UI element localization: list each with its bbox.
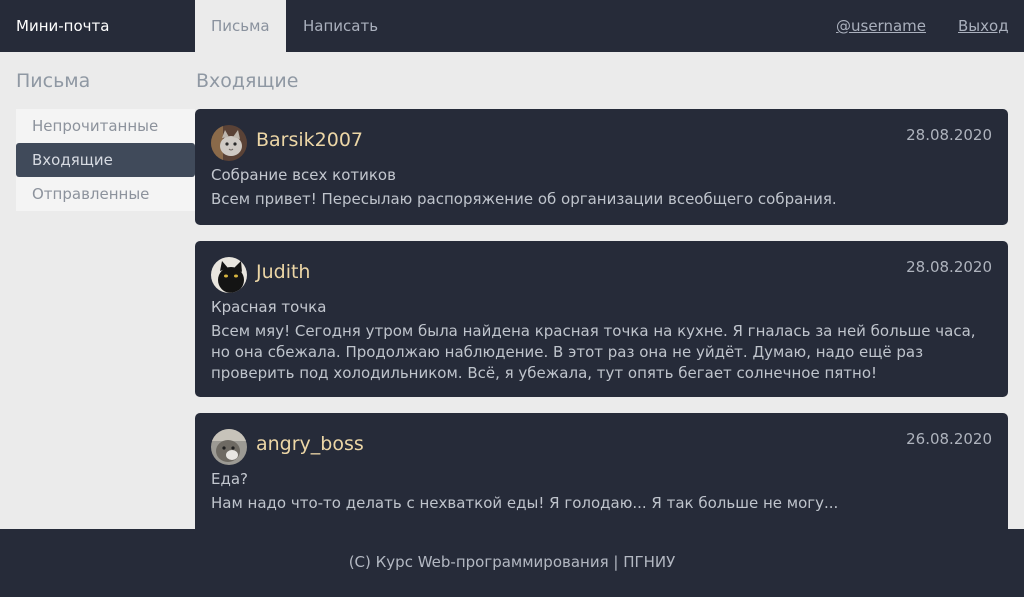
page-title: Входящие bbox=[196, 70, 299, 92]
letter-subject: Еда? bbox=[211, 470, 249, 488]
page-footer: (С) Курс Web-программирования | ПГНИУ bbox=[0, 529, 1024, 597]
letter-date: 28.08.2020 bbox=[906, 126, 992, 144]
letter-author: Barsik2007 bbox=[256, 129, 364, 151]
letter-date: 26.08.2020 bbox=[906, 430, 992, 448]
sidebar-menu: Непрочитанные Входящие Отправленные bbox=[16, 109, 195, 211]
letter-preview: Нам надо что-то делать с нехваткой еды! … bbox=[211, 494, 839, 512]
app-brand[interactable]: Мини-почта bbox=[16, 0, 109, 52]
tab-compose[interactable]: Написать bbox=[287, 0, 394, 52]
logout-link[interactable]: Выход bbox=[958, 0, 1009, 52]
top-navbar: Мини-почта Письма Написать @username Вых… bbox=[0, 0, 1024, 52]
footer-text: (С) Курс Web-программирования | ПГНИУ bbox=[348, 553, 676, 571]
grey-cat-avatar-icon bbox=[211, 429, 247, 465]
tab-letters[interactable]: Письма bbox=[195, 0, 286, 52]
letter-preview: Всем мяу! Сегодня утром была найдена кра… bbox=[211, 322, 976, 382]
sidebar-item-sent[interactable]: Отправленные bbox=[16, 177, 195, 211]
cat-avatar-icon bbox=[211, 125, 247, 161]
letter-subject: Красная точка bbox=[211, 298, 327, 316]
letter-card[interactable]: angry_boss 26.08.2020 Еда? Нам надо что-… bbox=[195, 413, 1008, 529]
sidebar-item-inbox[interactable]: Входящие bbox=[16, 143, 195, 177]
letter-date: 28.08.2020 bbox=[906, 258, 992, 276]
sidebar-item-unread[interactable]: Непрочитанные bbox=[16, 109, 195, 143]
letter-author: angry_boss bbox=[256, 433, 364, 455]
letter-preview: Всем привет! Пересылаю распоряжение об о… bbox=[211, 190, 837, 208]
letter-card[interactable]: Judith 28.08.2020 Красная точка Всем мяу… bbox=[195, 241, 1008, 397]
sidebar-title: Письма bbox=[16, 70, 91, 92]
username-link[interactable]: @username bbox=[836, 0, 926, 52]
black-cat-avatar-icon bbox=[211, 257, 247, 293]
letter-author: Judith bbox=[256, 261, 311, 283]
letter-subject: Собрание всех котиков bbox=[211, 166, 396, 184]
letter-card[interactable]: Barsik2007 28.08.2020 Собрание всех коти… bbox=[195, 109, 1008, 225]
